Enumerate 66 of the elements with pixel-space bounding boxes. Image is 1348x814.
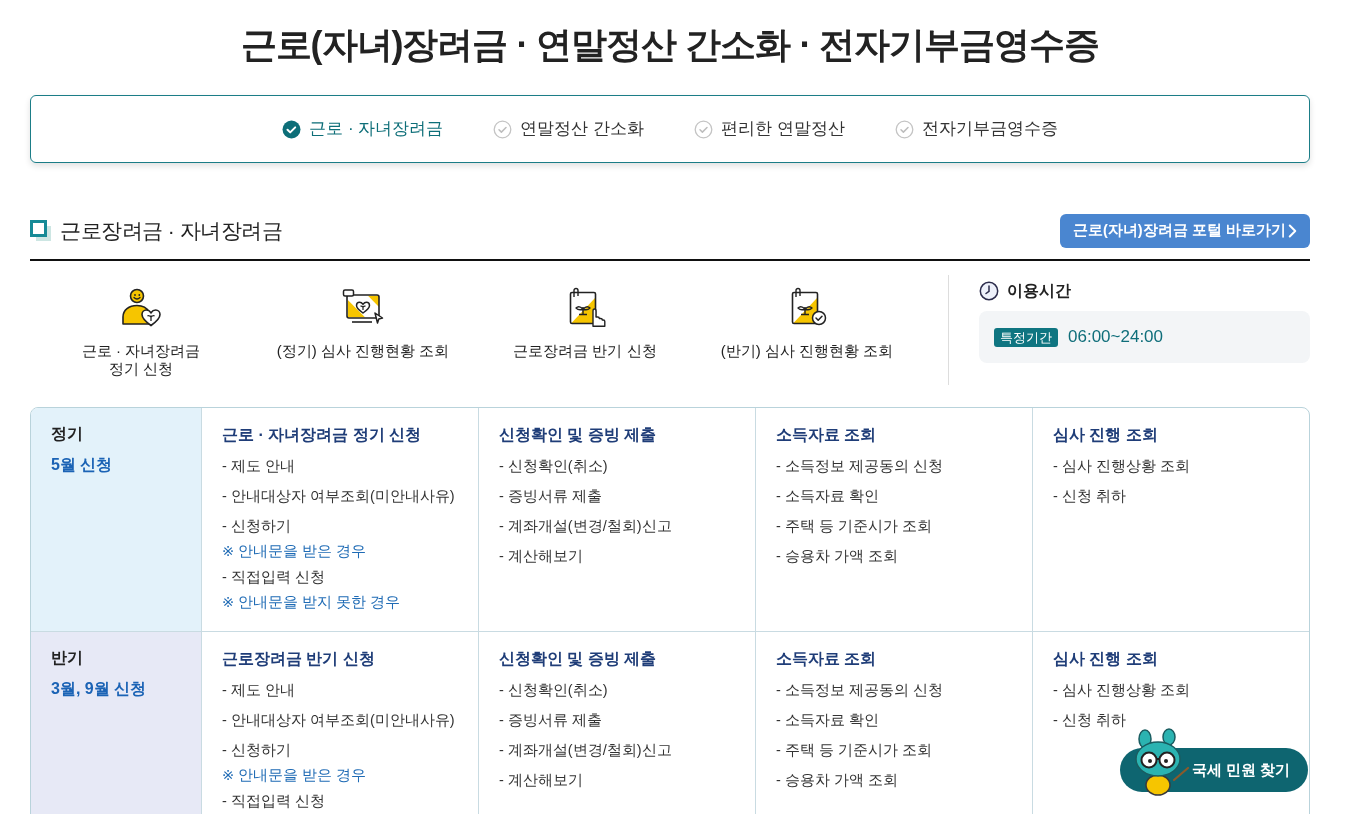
check-circle-filled-icon (282, 119, 302, 139)
hours-text: 06:00~24:00 (1068, 326, 1163, 349)
service-link[interactable]: - 심사 진행상황 조회 (1053, 455, 1190, 477)
column-title: 근로 · 자녀장려금 정기 신청 (222, 425, 423, 445)
service-link[interactable]: - 제도 안내 (222, 455, 295, 477)
service-link[interactable]: 근로장려금 반기 신청 (474, 275, 696, 360)
clock-icon (979, 281, 999, 301)
service-link[interactable]: - 직접입력 신청 (222, 566, 325, 588)
service-link[interactable]: - 소득자료 확인 (776, 485, 879, 507)
column-title: 근로장려금 반기 신청 (222, 649, 376, 669)
service-link[interactable]: - 계좌개설(변경/철회)신고 (499, 739, 672, 761)
column-title: 소득자료 조회 (776, 425, 878, 445)
tab[interactable]: 연말정산 간소화 (493, 116, 645, 142)
column-title: 심사 진행 조회 (1053, 425, 1159, 445)
section-title: 근로장려금 · 자녀장려금 (60, 218, 283, 244)
portal-button[interactable]: 근로(자녀)장려금 포털 바로가기 (1060, 214, 1310, 248)
check-circle-icon (694, 119, 714, 139)
service-link[interactable]: - 소득정보 제공동의 신청 (776, 679, 943, 701)
service-link[interactable]: - 승용차 가액 조회 (776, 769, 898, 791)
service-link[interactable]: - 심사 진행상황 조회 (1053, 679, 1190, 701)
chevron-right-icon (1288, 224, 1297, 238)
period-text: 5월 신청 (51, 455, 114, 475)
tab[interactable]: 전자기부금영수증 (894, 116, 1058, 142)
service-link[interactable]: - 소득자료 확인 (776, 709, 879, 731)
page-title: 근로(자녀)장려금 · 연말정산 간소화 · 전자기부금영수증 (239, 23, 1101, 67)
period-text: 3월, 9월 신청 (51, 679, 148, 699)
service-link[interactable]: - 안내대상자 여부조회(미안내사유) (222, 709, 455, 731)
service-link[interactable]: - 소득정보 제공동의 신청 (776, 455, 943, 477)
column-title: 소득자료 조회 (776, 649, 878, 669)
check-circle-icon (894, 119, 914, 139)
service-link[interactable]: (반기) 심사 진행현황 조회 (696, 275, 918, 360)
service-link[interactable]: - 신청확인(취소) (499, 455, 608, 477)
service-link[interactable]: - 안내대상자 여부조회(미안내사유) (222, 485, 455, 507)
service-link[interactable]: - 주택 등 기준시가 조회 (776, 739, 932, 761)
note-text: ※ 안내문을 받지 못한 경우 (222, 593, 401, 612)
period-tag: 특정기간 (994, 327, 1058, 347)
service-link[interactable]: - 직접입력 신청 (222, 790, 325, 812)
service-link[interactable]: - 신청확인(취소) (499, 679, 608, 701)
person-heart-icon (120, 287, 162, 327)
column-title: 신청확인 및 증빙 제출 (499, 649, 658, 669)
service-link[interactable]: - 승용차 가액 조회 (776, 545, 898, 567)
row-label: 반기 (51, 648, 84, 668)
service-link[interactable]: - 신청하기 (222, 739, 291, 761)
service-link[interactable]: - 증빙서류 제출 (499, 709, 602, 731)
service-link[interactable]: - 제도 안내 (222, 679, 295, 701)
usage-time-title: 이용시간 (1007, 281, 1071, 301)
tab[interactable]: 편리한 연말정산 (694, 116, 845, 142)
service-link[interactable]: 근로 · 자녀장려금 정기 신청 (30, 275, 252, 378)
service-link[interactable]: - 계좌개설(변경/철회)신고 (499, 515, 672, 537)
service-link[interactable]: - 주택 등 기준시가 조회 (776, 515, 932, 537)
service-link[interactable]: - 증빙서류 제출 (499, 485, 602, 507)
service-link[interactable]: - 계산해보기 (499, 769, 583, 791)
monitor-heart-icon (342, 287, 384, 327)
service-link[interactable]: - 신청하기 (222, 515, 291, 537)
service-link[interactable]: - 신청 취하 (1053, 709, 1126, 731)
check-circle-icon (493, 119, 513, 139)
service-link[interactable]: - 계산해보기 (499, 545, 583, 567)
tab[interactable]: 근로 · 자녀장려금 (282, 116, 444, 142)
note-text: ※ 안내문을 받은 경우 (222, 542, 367, 561)
column-title: 심사 진행 조회 (1053, 649, 1159, 669)
note-text: ※ 안내문을 받은 경우 (222, 766, 367, 785)
service-link[interactable]: (정기) 심사 진행현황 조회 (252, 275, 474, 360)
service-link[interactable]: - 신청 취하 (1053, 485, 1126, 507)
square-bullet-icon (30, 220, 52, 242)
row-label: 정기 (51, 424, 84, 444)
column-title: 신청확인 및 증빙 제출 (499, 425, 658, 445)
